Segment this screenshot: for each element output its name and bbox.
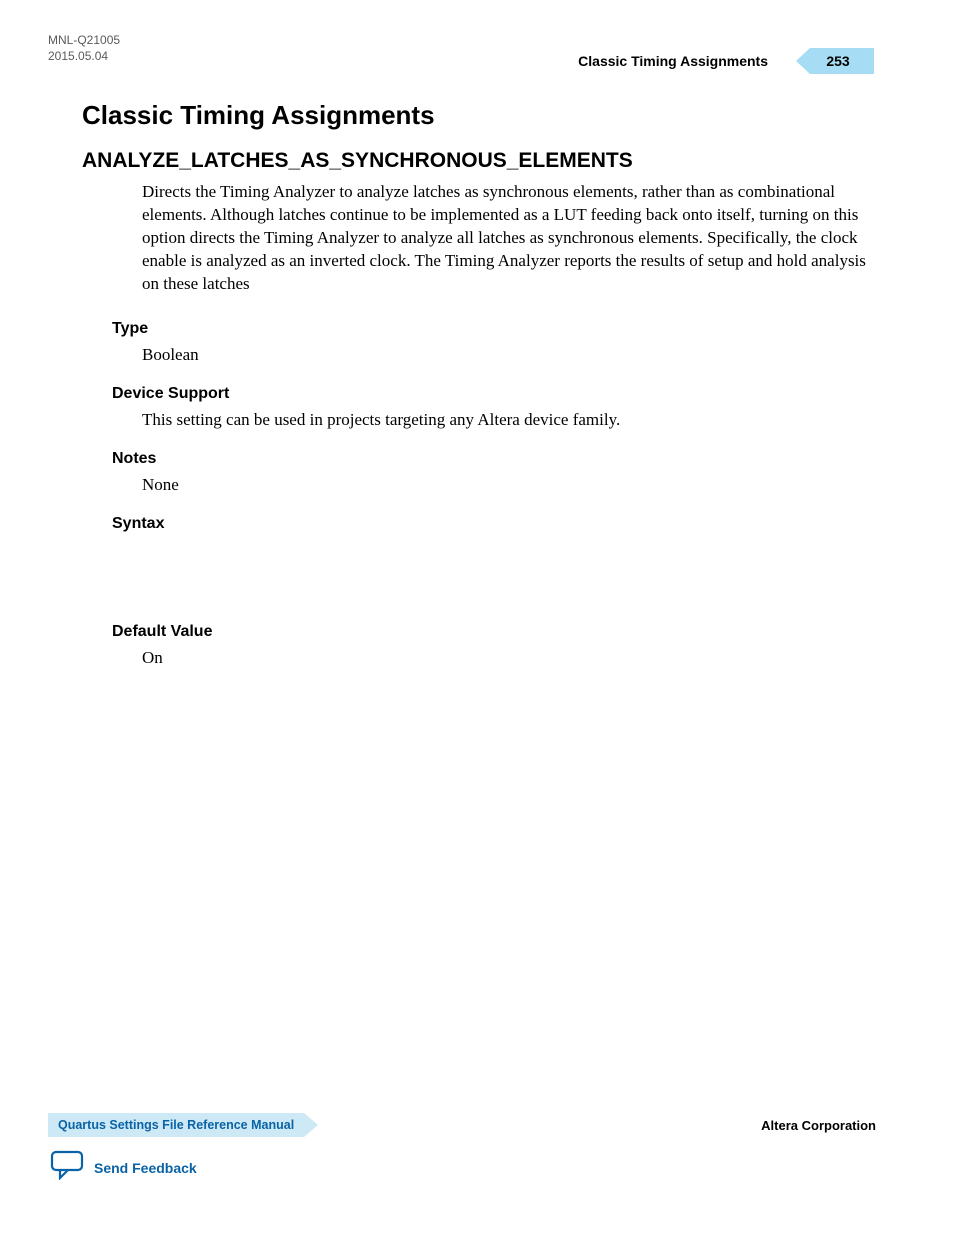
type-value: Boolean [142, 344, 882, 367]
footer-left-triangle [304, 1113, 318, 1137]
send-feedback-label: Send Feedback [94, 1160, 197, 1176]
document-page: { "header": { "doc_id": "MNL-Q21005", "d… [0, 0, 954, 1235]
subsection-title: ANALYZE_LATCHES_AS_SYNCHRONOUS_ELEMENTS [82, 149, 882, 173]
syntax-label: Syntax [112, 515, 882, 533]
manual-title-link[interactable]: Quartus Settings File Reference Manual [48, 1113, 304, 1137]
notes-value: None [142, 474, 882, 497]
company-name: Altera Corporation [761, 1118, 876, 1133]
content-area: Classic Timing Assignments ANALYZE_LATCH… [82, 100, 882, 687]
document-id: MNL-Q21005 [48, 32, 120, 48]
syntax-value-empty [82, 539, 882, 609]
document-id-block: MNL-Q21005 2015.05.04 [48, 32, 120, 64]
footer-bar: Quartus Settings File Reference Manual A… [48, 1113, 876, 1137]
device-support-label: Device Support [112, 385, 882, 403]
badge-triangle [796, 48, 810, 74]
send-feedback-link[interactable]: Send Feedback [50, 1150, 197, 1185]
section-title: Classic Timing Assignments [82, 100, 882, 131]
section-description: Directs the Timing Analyzer to analyze l… [142, 181, 882, 296]
type-label: Type [112, 320, 882, 338]
page-number-badge: 253 [796, 48, 874, 74]
default-value-label: Default Value [112, 623, 882, 641]
device-support-value: This setting can be used in projects tar… [142, 409, 882, 432]
default-value-value: On [142, 647, 882, 670]
page-number: 253 [810, 48, 874, 74]
header-right: Classic Timing Assignments 253 [578, 48, 874, 74]
document-date: 2015.05.04 [48, 48, 120, 64]
breadcrumb: Classic Timing Assignments [578, 53, 768, 69]
speech-bubble-icon [50, 1150, 94, 1185]
notes-label: Notes [112, 450, 882, 468]
